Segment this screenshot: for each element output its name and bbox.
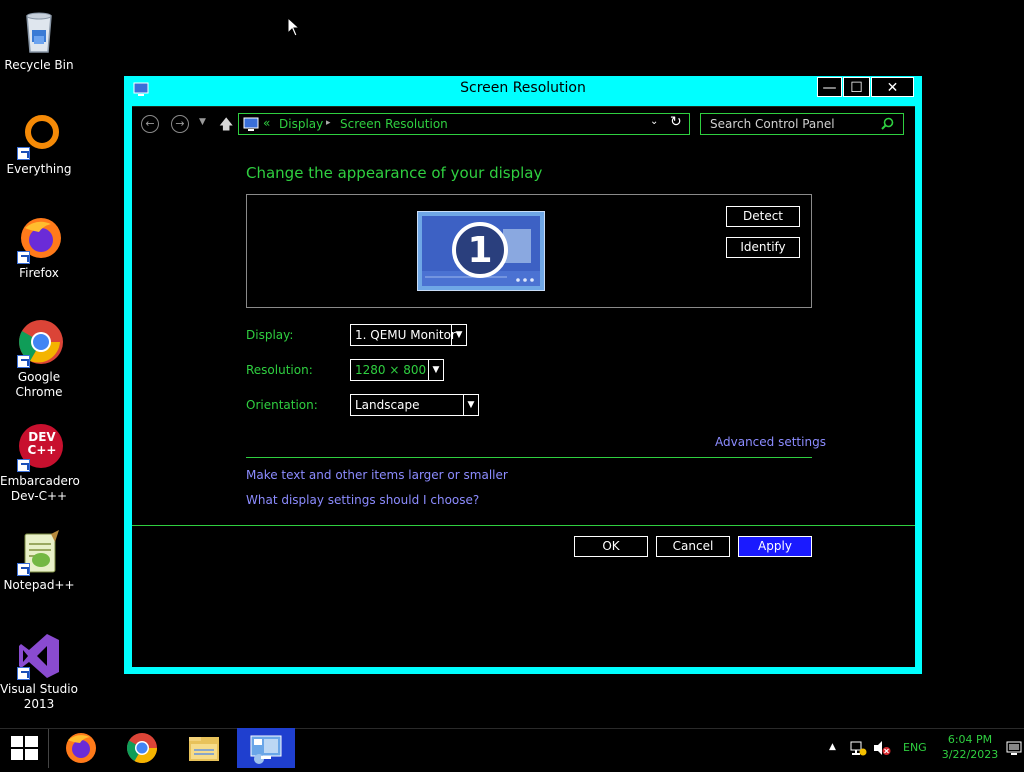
arrow-left-icon: ←	[145, 117, 155, 130]
start-button[interactable]	[0, 729, 48, 768]
recent-locations-chevron-icon[interactable]: ▼	[199, 117, 206, 127]
text-size-link[interactable]: Make text and other items larger or smal…	[246, 468, 508, 482]
desktop-icon-recycle-bin[interactable]: Recycle Bin	[0, 8, 78, 73]
refresh-icon[interactable]: ↻	[670, 114, 682, 130]
desktop-icon-label: Google Chrome	[15, 370, 63, 399]
shortcut-arrow-icon	[17, 667, 30, 680]
windows-start-icon	[11, 736, 38, 760]
chevron-down-icon: ▼	[451, 325, 466, 345]
chrome-icon	[126, 733, 157, 764]
orientation-label: Orientation:	[246, 398, 318, 412]
everything-icon	[15, 112, 63, 160]
shortcut-arrow-icon	[17, 563, 30, 576]
desktop-icon-label: Everything	[6, 162, 72, 176]
window-client-area	[132, 106, 915, 667]
close-button[interactable]: ✕	[871, 77, 914, 97]
desktop-icon-firefox[interactable]: Firefox	[0, 216, 78, 281]
taskbar-file-explorer[interactable]	[174, 728, 234, 768]
shortcut-arrow-icon	[17, 147, 30, 160]
desktop-icon-label: Firefox	[19, 266, 59, 280]
taskbar-firefox[interactable]	[50, 728, 110, 768]
shortcut-arrow-icon	[17, 251, 30, 264]
mouse-cursor-icon	[287, 17, 301, 37]
chevron-down-icon: ▼	[428, 360, 443, 380]
clock-time: 6:04 PM	[947, 733, 993, 746]
visual-studio-icon	[15, 632, 63, 680]
orientation-select-value: Landscape	[355, 398, 420, 412]
detect-button[interactable]: Detect	[726, 206, 800, 227]
chevron-down-icon: ▼	[463, 395, 478, 415]
shortcut-arrow-icon	[17, 459, 30, 472]
file-explorer-icon	[189, 737, 219, 761]
recycle-bin-icon	[15, 8, 63, 56]
advanced-settings-link[interactable]: Advanced settings	[715, 435, 826, 449]
display-settings-help-link[interactable]: What display settings should I choose?	[246, 493, 479, 507]
network-icon[interactable]	[849, 739, 867, 757]
control-panel-icon	[250, 735, 282, 764]
up-button[interactable]: 🡅	[219, 114, 233, 138]
breadcrumb-prefix: «	[263, 116, 271, 130]
desktop-icon-chrome[interactable]: Google Chrome	[0, 320, 78, 400]
desktop-icon-notepadpp[interactable]: Notepad++	[0, 528, 78, 593]
chrome-icon	[15, 320, 63, 368]
divider	[246, 457, 812, 458]
resolution-select-value: 1280 × 800	[355, 363, 427, 377]
breadcrumb-screen-resolution[interactable]: Screen Resolution	[340, 117, 448, 131]
desktop-icon-label: Visual Studio 2013	[0, 682, 78, 711]
devcpp-icon: DEV C++	[15, 424, 63, 472]
desktop-icon-devcpp[interactable]: DEV C++ Embarcadero Dev-C++	[0, 424, 80, 504]
breadcrumb-separator-icon[interactable]: ▸	[326, 118, 331, 128]
desktop-icon-label: Embarcadero Dev-C++	[0, 474, 80, 503]
volume-muted-icon[interactable]	[873, 740, 891, 756]
orientation-select[interactable]: Landscape ▼	[350, 394, 479, 416]
show-hidden-icons-chevron-icon[interactable]: ▲	[829, 742, 836, 752]
ok-button[interactable]: OK	[574, 536, 648, 557]
devcpp-logo-text: DEV C++	[27, 430, 57, 457]
taskbar-control-panel[interactable]	[237, 728, 295, 768]
monitor-1-icon[interactable]: 1	[417, 211, 545, 295]
forward-button[interactable]: →	[171, 115, 189, 133]
clock-date: 3/22/2023	[941, 748, 999, 761]
address-dropdown-chevron-icon[interactable]: ⌄	[650, 116, 658, 127]
resolution-select[interactable]: 1280 × 800 ▼	[350, 359, 444, 381]
display-label: Display:	[246, 328, 294, 342]
display-select-value: 1. QEMU Monitor	[355, 328, 456, 342]
desktop-icon-label: Recycle Bin	[4, 58, 74, 72]
display-select[interactable]: 1. QEMU Monitor ▼	[350, 324, 467, 346]
arrow-up-icon: 🡅	[219, 117, 234, 133]
page-heading: Change the appearance of your display	[246, 164, 543, 182]
notepadpp-icon	[15, 528, 63, 576]
desktop-icon-visual-studio[interactable]: Visual Studio 2013	[0, 632, 78, 712]
maximize-button[interactable]: ☐	[843, 77, 870, 97]
identify-button[interactable]: Identify	[726, 237, 800, 258]
taskbar-chrome[interactable]	[112, 728, 172, 768]
minimize-button[interactable]: —	[817, 77, 842, 97]
firefox-icon	[66, 733, 96, 763]
breadcrumb-display[interactable]: Display	[279, 117, 323, 131]
taskbar-separator	[48, 729, 49, 768]
shortcut-arrow-icon	[17, 355, 30, 368]
back-button[interactable]: ←	[141, 115, 159, 133]
search-placeholder: Search Control Panel	[710, 117, 835, 131]
apply-button[interactable]: Apply	[738, 536, 812, 557]
resolution-label: Resolution:	[246, 363, 313, 377]
monitor-number: 1	[467, 230, 493, 271]
desktop-icon-everything[interactable]: Everything	[0, 112, 78, 177]
search-icon[interactable]	[881, 117, 894, 130]
cancel-button[interactable]: Cancel	[656, 536, 730, 557]
window-title: Screen Resolution	[460, 80, 586, 96]
arrow-right-icon: →	[175, 117, 185, 130]
firefox-icon	[15, 216, 63, 264]
control-panel-icon	[243, 116, 259, 136]
desktop-icon-label: Notepad++	[3, 578, 75, 592]
language-indicator[interactable]: ENG	[903, 741, 927, 754]
notifications-icon[interactable]	[1006, 740, 1022, 756]
footer-divider	[132, 525, 915, 526]
clock[interactable]: 6:04 PM 3/22/2023	[938, 732, 1002, 762]
